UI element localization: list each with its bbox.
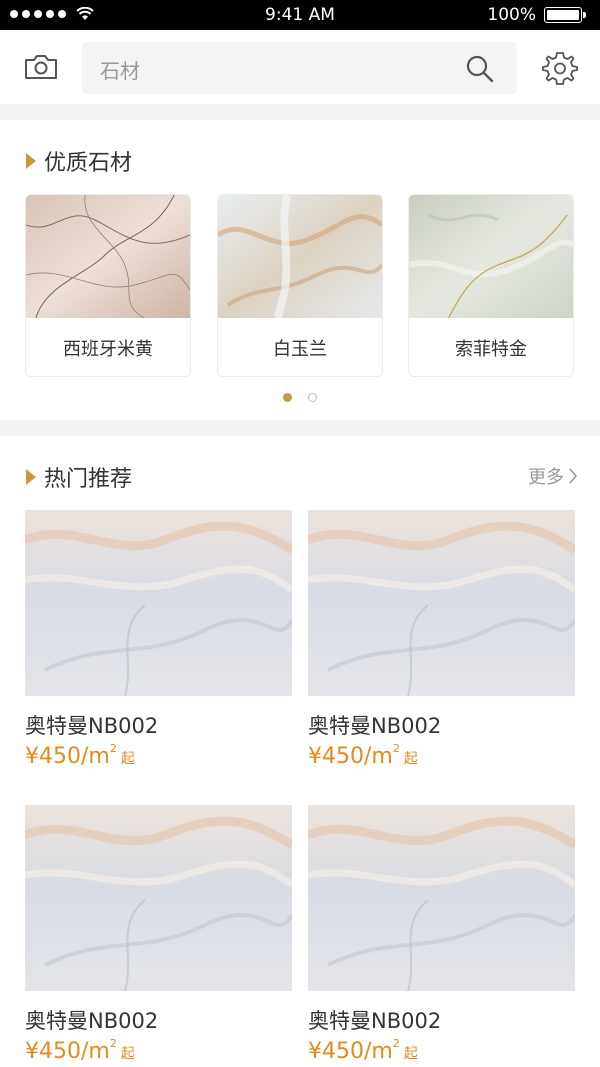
stone-image: [218, 195, 382, 320]
carousel-pager: [283, 393, 317, 402]
camera-button[interactable]: [20, 48, 62, 86]
more-link[interactable]: 更多: [528, 463, 578, 489]
gear-icon: [542, 52, 578, 85]
camera-icon: [25, 55, 57, 79]
featured-card-2[interactable]: 白玉兰: [217, 194, 383, 377]
product-name: 奥特曼NB002: [308, 714, 442, 738]
pager-dot-active[interactable]: [283, 393, 292, 402]
product-name: 奥特曼NB002: [25, 1009, 159, 1033]
featured-label: 索菲特金: [455, 339, 527, 360]
product-image: [306, 805, 578, 992]
featured-label: 白玉兰: [273, 339, 327, 360]
product-price: ¥450/m2起: [308, 1037, 418, 1064]
featured-card-1[interactable]: 西班牙米黄: [25, 194, 191, 377]
search-input[interactable]: 石材: [100, 55, 140, 84]
pager-dot[interactable]: [308, 393, 317, 402]
product-price: ¥450/m2起: [25, 1037, 135, 1064]
hot-title-text: 热门推荐: [44, 467, 133, 492]
product-name: 奥特曼NB002: [308, 1009, 442, 1033]
product-price: ¥450/m2起: [25, 742, 135, 769]
battery-percent: 100%: [487, 5, 536, 25]
product-card-1[interactable]: 奥特曼NB002 ¥450/m2起: [23, 510, 295, 769]
product-card-4[interactable]: 奥特曼NB002 ¥450/m2起: [306, 805, 578, 1064]
hot-section-title: 热门推荐: [26, 461, 132, 493]
more-label[interactable]: 更多: [528, 463, 564, 489]
stone-image: [409, 195, 573, 319]
featured-title-text: 优质石材: [44, 151, 133, 176]
battery-status: 100%: [487, 5, 586, 25]
product-image: [23, 510, 295, 697]
status-bar: 9:41 AM 100%: [0, 0, 600, 30]
section-marker-icon: [26, 153, 36, 169]
stone-image: [26, 195, 190, 319]
product-image: [306, 510, 578, 697]
featured-card-3[interactable]: 索菲特金: [408, 194, 574, 377]
battery-icon: [544, 7, 586, 23]
section-divider: [0, 104, 600, 120]
product-card-3[interactable]: 奥特曼NB002 ¥450/m2起: [23, 805, 295, 1064]
search-bar[interactable]: 石材: [82, 42, 517, 94]
section-marker-icon: [26, 469, 36, 485]
featured-section-title: 优质石材: [26, 145, 132, 177]
product-image: [23, 805, 295, 992]
product-card-2[interactable]: 奥特曼NB002 ¥450/m2起: [306, 510, 578, 769]
featured-label: 西班牙米黄: [63, 339, 153, 360]
header-bar: 石材: [0, 30, 600, 104]
product-name: 奥特曼NB002: [25, 714, 159, 738]
section-divider: [0, 420, 600, 436]
search-icon[interactable]: [465, 54, 495, 84]
chevron-right-icon: [569, 468, 578, 484]
product-price: ¥450/m2起: [308, 742, 418, 769]
settings-button[interactable]: [540, 48, 580, 88]
